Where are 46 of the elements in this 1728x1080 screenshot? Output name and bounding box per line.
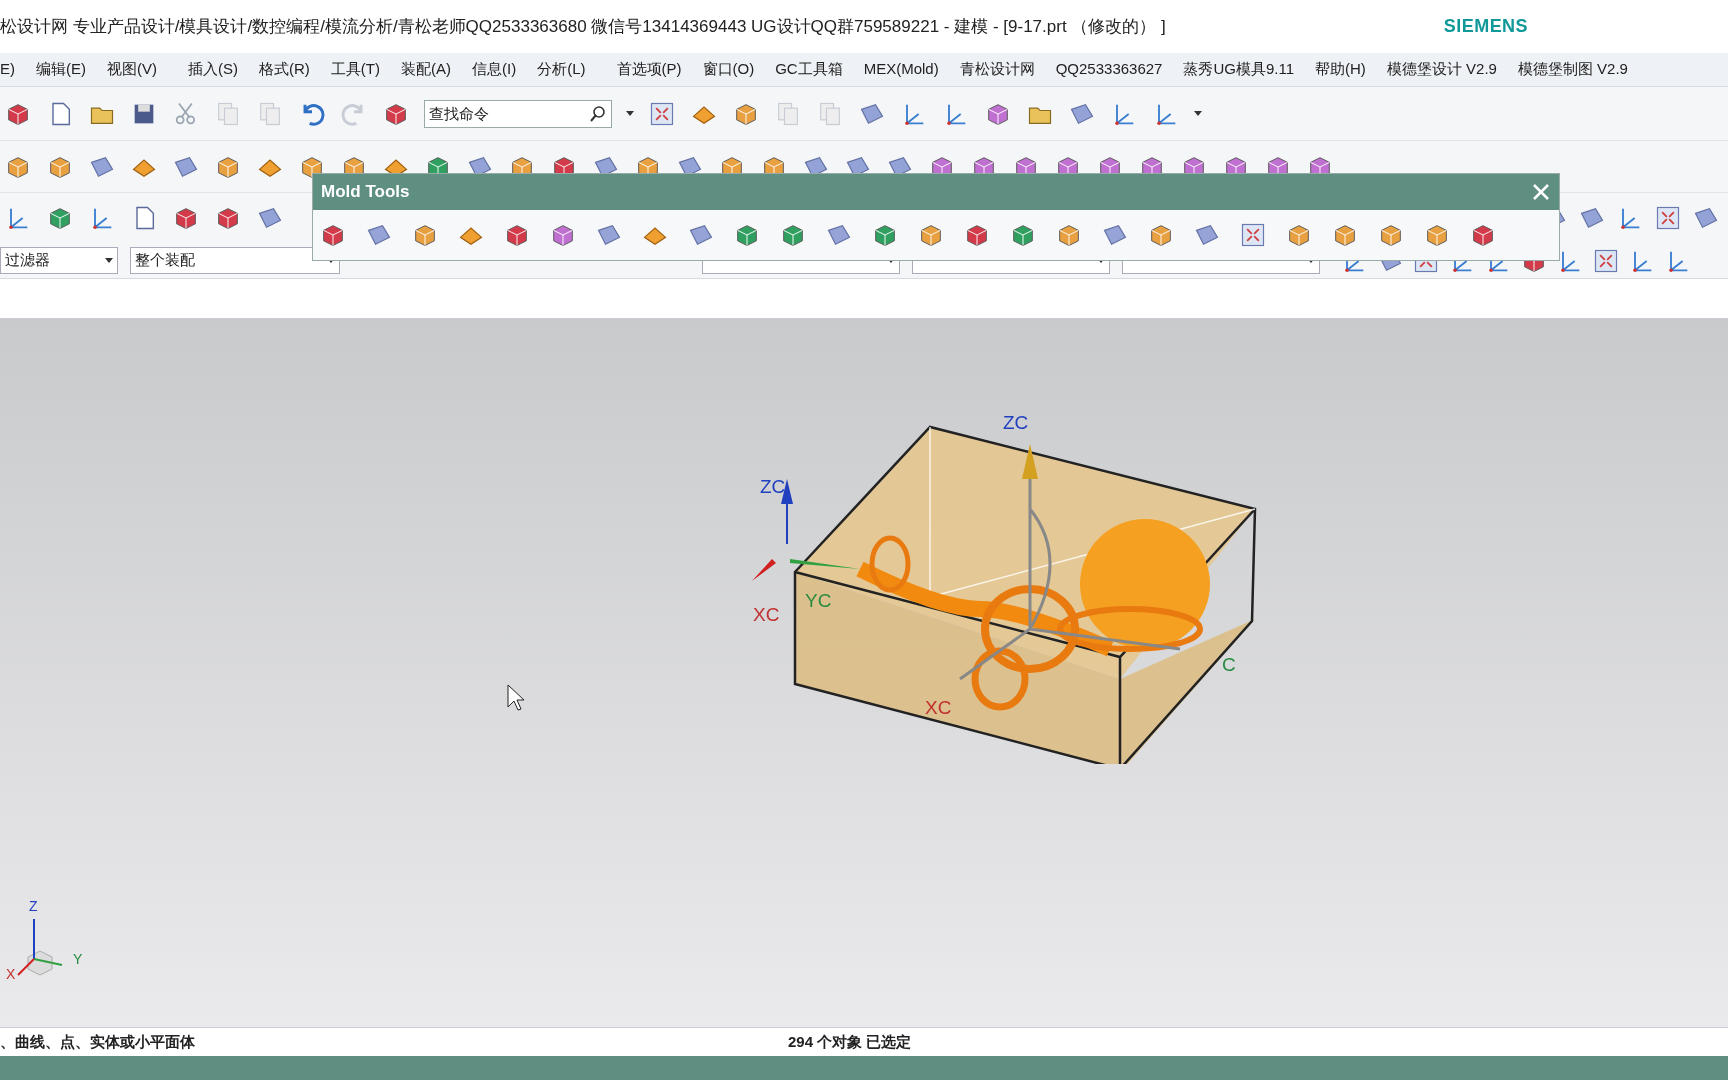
- menu-item[interactable]: 编辑(E): [36, 58, 86, 81]
- menu-item[interactable]: 模德堡制图 V2.9: [1517, 58, 1628, 81]
- zoom-icon[interactable]: [1239, 221, 1267, 249]
- brand-logo: SIEMENS: [1443, 15, 1528, 38]
- caret-icon[interactable]: [626, 110, 634, 117]
- caret-icon[interactable]: [1194, 110, 1202, 117]
- axis-label: XC: [925, 696, 952, 720]
- axis-label: ZC: [760, 475, 786, 499]
- search-field[interactable]: 查找命令: [424, 99, 612, 128]
- menu-item[interactable]: 信息(I): [472, 58, 517, 81]
- menu-item[interactable]: 窗口(O): [702, 58, 755, 81]
- menu-item[interactable]: 视图(V): [107, 58, 157, 81]
- menu-item[interactable]: MEX(Mold): [863, 58, 939, 81]
- triad-label: Y: [73, 950, 83, 969]
- mouse-cursor-icon: [507, 684, 525, 712]
- triad-label: Z: [29, 897, 38, 916]
- axis-label: YC: [805, 589, 832, 613]
- search-icon[interactable]: [589, 104, 607, 123]
- caret-icon[interactable]: [105, 257, 113, 264]
- menu-item[interactable]: 格式(R): [259, 58, 310, 81]
- axis-label: C: [1222, 653, 1236, 677]
- window-title: 松设计网 专业产品设计/模具设计/数控编程/模流分析/青松老师QQ2533363680 微信号13414369443 UG设计QQ群759589221 - 建模 - [9-17.prt （修改的） ]: [0, 15, 1166, 38]
- axis-label: XC: [753, 603, 780, 627]
- graphics-viewport[interactable]: ZC XC YC ZC XC C Z Y X: [0, 319, 1728, 1027]
- zoom-icon[interactable]: [1654, 204, 1682, 232]
- arrow-head-icon: [1022, 444, 1038, 479]
- filter-dropdown[interactable]: 整个装配: [130, 247, 340, 274]
- menu-item[interactable]: 装配(A): [401, 58, 451, 81]
- close-icon[interactable]: [1531, 182, 1551, 202]
- status-prompt: 、曲线、点、实体或小平面体: [0, 1031, 196, 1052]
- menu-item[interactable]: QQ2533363627: [1055, 58, 1163, 81]
- menu-item[interactable]: 帮助(H): [1315, 58, 1366, 81]
- menu-item[interactable]: 工具(T): [330, 58, 380, 81]
- triad-label: X: [6, 965, 16, 984]
- menu-item[interactable]: GC工具箱: [775, 58, 843, 81]
- menu-item[interactable]: 首选项(P): [616, 58, 682, 81]
- menu-item[interactable]: 蒸秀UG模具9.11: [1183, 58, 1295, 81]
- menu-item[interactable]: 青松设计网: [959, 58, 1035, 81]
- menu-item[interactable]: E): [0, 58, 15, 81]
- panel-title: Mold Tools: [321, 181, 410, 204]
- axis-label: ZC: [1003, 411, 1029, 435]
- filter-dropdown[interactable]: 过滤器: [0, 247, 118, 274]
- menu-item[interactable]: 模德堡设计 V2.9: [1386, 58, 1497, 81]
- menu-item[interactable]: 插入(S): [188, 58, 238, 81]
- menu-item[interactable]: 分析(L): [537, 58, 586, 81]
- selection-status: 294 个对象 已选定: [788, 1031, 912, 1052]
